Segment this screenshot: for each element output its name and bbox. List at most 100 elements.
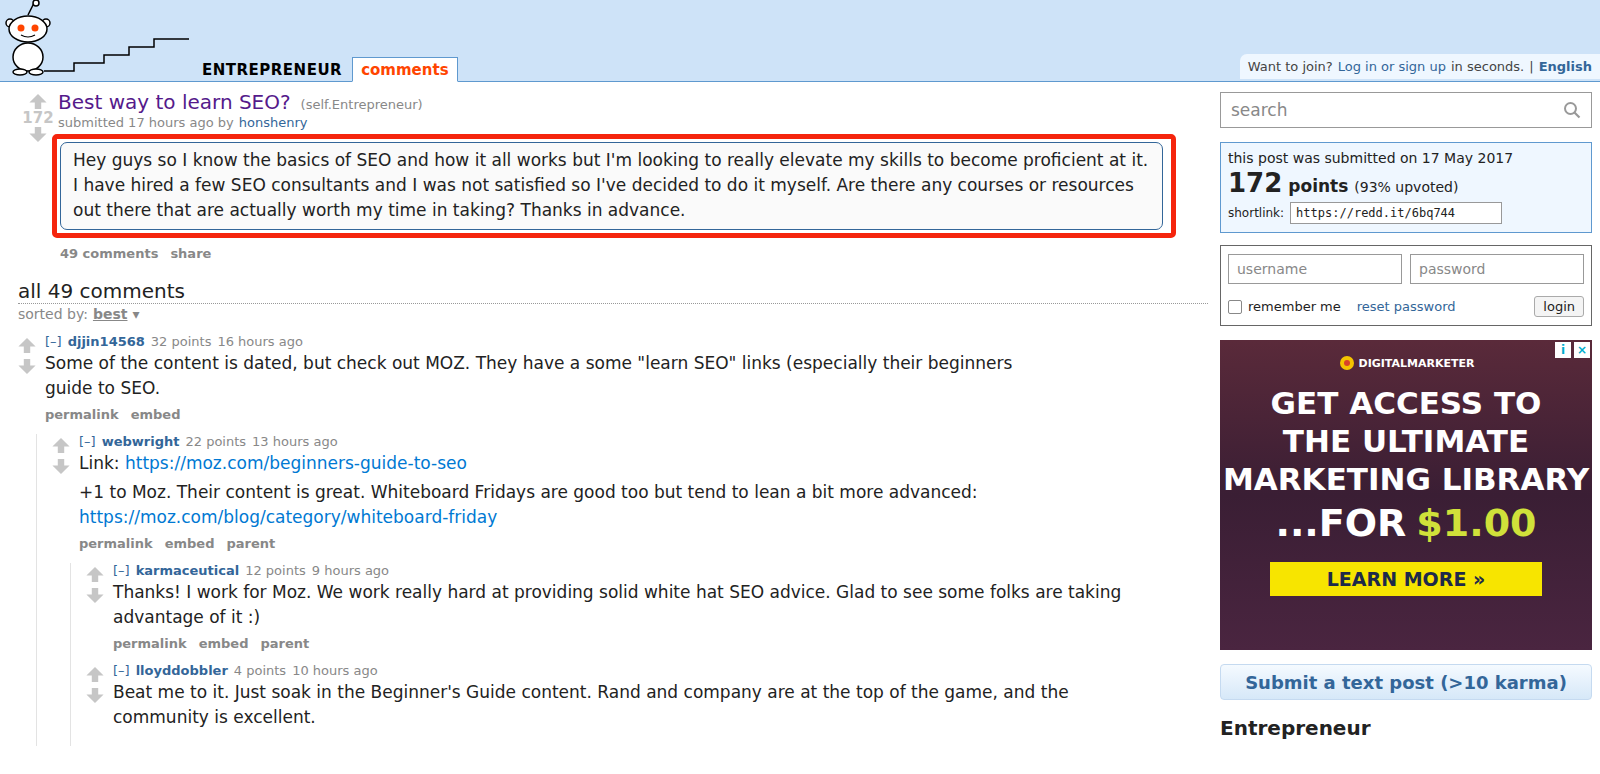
content: 172 Best way to learn SEO? (self.Entrepren… [0, 82, 1600, 746]
ad-banner[interactable]: i×DIGITALMARKETERGET ACCESS TOTHE ULTIMA… [1220, 340, 1592, 650]
ad-price: ...FOR$1.00 [1223, 498, 1589, 548]
collapse-button[interactable]: [–] [79, 434, 96, 449]
post-button[interactable]: 49 comments [60, 246, 158, 261]
reset-password-link[interactable]: reset password [1357, 299, 1456, 314]
collapse-button[interactable]: [–] [113, 663, 130, 678]
comment-buttons: permalink embed [45, 407, 1055, 422]
indent-guide [36, 663, 52, 746]
comment-button[interactable]: parent [226, 536, 275, 551]
magnifier-icon[interactable] [1563, 101, 1581, 119]
downvote-arrow-icon[interactable] [86, 688, 104, 703]
upvote-arrow-icon[interactable] [52, 438, 70, 453]
comment-entry: [–] djjin14568 32 points 16 hours ago Some o… [45, 334, 1055, 434]
comment-buttons: permalink embed parent [113, 636, 1123, 651]
search-field[interactable]: search [1220, 92, 1592, 128]
comment-tagline: [–]lloyddobbler4 points10 hours ago [113, 663, 1123, 678]
submit-text-post-button[interactable]: Submit a text post (>10 karma) [1220, 664, 1592, 700]
sort-menu[interactable]: sorted by:best▾ [18, 303, 1208, 322]
ad-headline: GET ACCESS TO [1223, 384, 1589, 422]
join-bar: Want to join?Log in or sign upin seconds… [1240, 54, 1600, 79]
post-button[interactable]: share [170, 246, 211, 261]
comment-score: 32 points [151, 334, 212, 349]
comment: [–]webwright22 points13 hours agoLink: h… [18, 434, 1208, 563]
post-info-box: this post was submitted on 17 May 2017 17… [1220, 142, 1592, 233]
remember-checkbox[interactable] [1228, 300, 1242, 314]
comment-paragraph: Thanks! I work for Moz. We work really h… [113, 580, 1123, 630]
subreddit-title[interactable]: ENTREPRENEUR [202, 61, 342, 79]
post: 172 Best way to learn SEO? (self.Entrepren… [18, 90, 1208, 261]
downvote-arrow-icon[interactable] [18, 359, 36, 374]
indent-guide [70, 663, 86, 746]
comment-entry: [–]webwright22 points13 hours agoLink: h… [79, 434, 1089, 563]
comment-button[interactable]: embed [165, 536, 215, 551]
ad-brand: DIGITALMARKETER [1338, 354, 1475, 372]
sidebar-subreddit-title: Entrepreneur [1220, 716, 1592, 740]
collapse-button[interactable]: [–] [113, 563, 130, 578]
post-domain[interactable]: (self.Entrepreneur) [301, 97, 423, 112]
upvote-arrow-icon[interactable] [29, 94, 47, 109]
upvote-arrow-icon[interactable] [86, 667, 104, 682]
comment-vote [86, 563, 113, 663]
comment-paragraph: Beat me to it. Just soak in the Beginner… [113, 680, 1123, 730]
downvote-arrow-icon[interactable] [52, 459, 70, 474]
upvote-arrow-icon[interactable] [18, 338, 36, 353]
indent-guide [36, 434, 52, 563]
comment-button[interactable]: parent [260, 636, 309, 651]
remember-label[interactable]: remember me [1248, 299, 1341, 314]
upvote-arrow-icon[interactable] [86, 567, 104, 582]
comment-link[interactable]: https://moz.com/beginners-guide-to-seo [125, 453, 467, 473]
comment-author[interactable]: djjin14568 [68, 334, 145, 349]
tab[interactable]: comments [352, 57, 457, 82]
ad-close-icon[interactable]: × [1574, 342, 1590, 358]
sidebar: search this post was submitted on 17 May … [1220, 92, 1592, 746]
comment-entry: [–]karmaceutical12 points9 hours agoThan… [113, 563, 1123, 663]
comment: [–]karmaceutical12 points9 hours agoThan… [18, 563, 1208, 663]
comment-paragraph: +1 to Moz. Their content is great. White… [79, 480, 1089, 530]
comment-author[interactable]: karmaceutical [136, 563, 240, 578]
brand-gear-icon [1338, 354, 1356, 372]
ad-info-icon[interactable]: i [1555, 342, 1571, 358]
comment-link[interactable]: https://moz.com/blog/category/whiteboard… [79, 507, 497, 527]
comment-paragraph: Some of the content is dated, but check … [45, 351, 1055, 401]
selftext: Hey guys so I know the basics of SEO and… [60, 142, 1163, 230]
downvote-arrow-icon[interactable] [29, 127, 47, 142]
comment-author[interactable]: lloyddobbler [136, 663, 228, 678]
comment-score: 22 points [185, 434, 246, 449]
password-field[interactable]: password [1410, 254, 1584, 284]
comment-body: Link: https://moz.com/beginners-guide-to… [79, 451, 1089, 530]
collapse-button[interactable]: [–] [45, 334, 62, 349]
comment-button[interactable]: permalink [79, 536, 153, 551]
comment-time: 9 hours ago [312, 563, 389, 578]
post-buttons: 49 comments share [60, 246, 1176, 261]
comment-button[interactable]: permalink [113, 636, 187, 651]
post-date: this post was submitted on 17 May 2017 [1228, 150, 1584, 166]
indent-guide [36, 563, 52, 663]
post-author[interactable]: honshenry [239, 115, 308, 130]
comment-body: Thanks! I work for Moz. We work really h… [113, 580, 1123, 630]
header: ENTREPRENEUR comments Want to join?Log in … [0, 0, 1600, 82]
shortlink-field[interactable]: https://redd.it/6bq744 [1290, 202, 1502, 224]
ad-cta-button[interactable]: LEARN MORE » [1270, 562, 1542, 596]
comment-body: Some of the content is dated, but check … [45, 351, 1055, 401]
dropdown-arrow-icon[interactable]: ▾ [132, 306, 139, 322]
downvote-arrow-icon[interactable] [86, 588, 104, 603]
login-link[interactable]: Log in or sign up [1338, 59, 1446, 74]
username-field[interactable]: username [1228, 254, 1402, 284]
post-score: 172 [22, 109, 53, 127]
highlight-box: Hey guys so I know the basics of SEO and… [52, 134, 1176, 238]
language-link[interactable]: English [1539, 59, 1592, 74]
reddit-alien-logo-icon[interactable] [4, 0, 194, 79]
indent-guide [70, 563, 86, 663]
comment-button[interactable]: embed [131, 407, 181, 422]
comment-time: 16 hours ago [217, 334, 303, 349]
main-column: 172 Best way to learn SEO? (self.Entrepren… [0, 82, 1220, 746]
comment-author[interactable]: webwright [102, 434, 180, 449]
comment-buttons: permalink embed parent [79, 536, 1089, 551]
comment-button[interactable]: embed [199, 636, 249, 651]
post-title[interactable]: Best way to learn SEO? [58, 90, 291, 114]
comment-vote [52, 434, 79, 563]
post-points: 172points(93% upvoted) [1228, 168, 1584, 198]
comment-button[interactable]: permalink [45, 407, 119, 422]
tab-list: comments [348, 57, 457, 82]
login-button[interactable]: login [1534, 296, 1584, 317]
